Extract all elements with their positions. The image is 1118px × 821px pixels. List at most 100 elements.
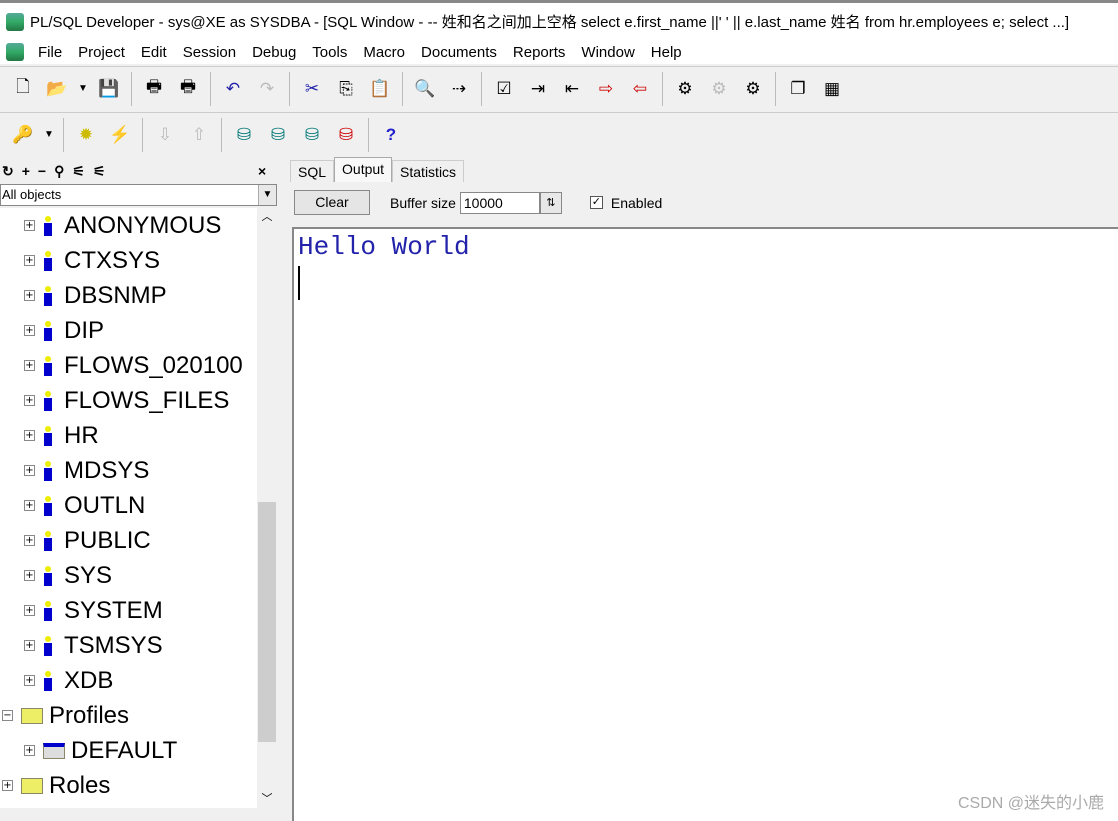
print-preview-icon[interactable]: 🖶 bbox=[173, 74, 203, 104]
tree-item-user[interactable]: + SYS bbox=[24, 558, 112, 593]
tree-item-label: FLOWS_FILES bbox=[64, 386, 230, 414]
spin-icon[interactable]: ⇅ bbox=[539, 191, 562, 214]
expand-icon[interactable]: + bbox=[24, 465, 35, 476]
tree-item-user[interactable]: + TSMSYS bbox=[24, 628, 163, 663]
filter-edit-icon[interactable]: ⚟ bbox=[93, 163, 106, 180]
buffer-size-input[interactable]: 10000 bbox=[459, 191, 540, 214]
collapse-icon[interactable]: − bbox=[2, 710, 13, 721]
unindent-icon[interactable]: ⇤ bbox=[557, 74, 587, 104]
tree-item-user[interactable]: + XDB bbox=[24, 663, 113, 698]
rollback-icon[interactable]: ⇧ bbox=[184, 120, 214, 150]
copy-icon[interactable]: ⎘ bbox=[331, 74, 361, 104]
dropdown-icon[interactable]: ▼ bbox=[42, 120, 56, 150]
tab-sql[interactable]: SQL bbox=[290, 160, 335, 182]
close-icon[interactable]: × bbox=[258, 163, 266, 179]
tree-item-user[interactable]: + ANONYMOUS bbox=[24, 208, 221, 243]
expand-icon[interactable]: + bbox=[22, 163, 30, 179]
tool3-icon[interactable]: ⚙ bbox=[738, 74, 768, 104]
find-next-icon[interactable]: ⇢ bbox=[444, 74, 474, 104]
filter-icon[interactable]: ⚟ bbox=[72, 163, 85, 180]
dropdown-icon[interactable]: ▼ bbox=[76, 74, 90, 104]
tree-item-profiles[interactable]: − Profiles bbox=[2, 698, 129, 733]
tree-item-user[interactable]: + SYSTEM bbox=[24, 593, 163, 628]
db-find-icon[interactable]: ⛁ bbox=[297, 120, 327, 150]
menu-documents[interactable]: Documents bbox=[413, 44, 505, 61]
tab-output[interactable]: Output bbox=[334, 157, 393, 182]
menu-session[interactable]: Session bbox=[175, 44, 244, 61]
expand-icon[interactable]: + bbox=[24, 325, 35, 336]
menu-tools[interactable]: Tools bbox=[304, 44, 355, 61]
tree-item-label: MDSYS bbox=[64, 456, 150, 484]
db-info-icon[interactable]: ⛁ bbox=[229, 120, 259, 150]
expand-icon[interactable]: + bbox=[2, 780, 13, 791]
key-icon[interactable]: 🔑 bbox=[8, 120, 38, 150]
paste-icon[interactable]: 📋 bbox=[365, 74, 395, 104]
gear-icon[interactable]: ✹ bbox=[71, 120, 101, 150]
tree-item-user[interactable]: + HR bbox=[24, 418, 99, 453]
uncomment-icon[interactable]: ⇦ bbox=[625, 74, 655, 104]
tree-item-user[interactable]: + DBSNMP bbox=[24, 278, 167, 313]
expand-icon[interactable]: + bbox=[24, 535, 35, 546]
tree-item-user[interactable]: + MDSYS bbox=[24, 453, 149, 488]
comment-icon[interactable]: ⇨ bbox=[591, 74, 621, 104]
cut-icon[interactable]: ✂ bbox=[297, 74, 327, 104]
windows-icon[interactable]: ❐ bbox=[783, 74, 813, 104]
tree-item-user[interactable]: + PUBLIC bbox=[24, 523, 151, 558]
expand-icon[interactable]: + bbox=[24, 430, 35, 441]
collapse-icon[interactable]: − bbox=[38, 163, 46, 179]
open-icon[interactable]: 📂 bbox=[42, 74, 72, 104]
print-icon[interactable]: 🖶 bbox=[139, 74, 169, 104]
menu-file[interactable]: File bbox=[30, 44, 70, 61]
commit-icon[interactable]: ⇩ bbox=[150, 120, 180, 150]
expand-icon[interactable]: + bbox=[24, 570, 35, 581]
menu-project[interactable]: Project bbox=[70, 44, 133, 61]
expand-icon[interactable]: + bbox=[24, 745, 35, 756]
menu-debug[interactable]: Debug bbox=[244, 44, 304, 61]
find-icon[interactable]: ⚲ bbox=[54, 163, 64, 180]
vertical-scrollbar[interactable]: ︿ ﹀ bbox=[257, 208, 277, 808]
tree-item-default[interactable]: + DEFAULT bbox=[24, 733, 177, 768]
check-icon[interactable]: ☑ bbox=[489, 74, 519, 104]
tab-statistics[interactable]: Statistics bbox=[392, 160, 465, 182]
tree-item-roles[interactable]: + Roles bbox=[2, 768, 110, 803]
expand-icon[interactable]: + bbox=[24, 605, 35, 616]
expand-icon[interactable]: + bbox=[24, 290, 35, 301]
tree-item-user[interactable]: + FLOWS_020100 bbox=[24, 348, 243, 383]
expand-icon[interactable]: + bbox=[24, 220, 35, 231]
output-area[interactable]: Hello World bbox=[292, 227, 1118, 821]
expand-icon[interactable]: + bbox=[24, 255, 35, 266]
chevron-down-icon[interactable]: ▼ bbox=[258, 185, 276, 205]
save-icon[interactable]: 💾 bbox=[94, 74, 124, 104]
menu-reports[interactable]: Reports bbox=[505, 44, 574, 61]
object-filter-select[interactable]: All objects ▼ bbox=[0, 184, 277, 206]
tool1-icon[interactable]: ⚙ bbox=[670, 74, 700, 104]
find-icon[interactable]: 🔍 bbox=[410, 74, 440, 104]
tree-item-user[interactable]: + DIP bbox=[24, 313, 104, 348]
menu-help[interactable]: Help bbox=[643, 44, 690, 61]
undo-icon[interactable]: ↶ bbox=[218, 74, 248, 104]
tool2-icon[interactable]: ⚙ bbox=[704, 74, 734, 104]
tree-item-user[interactable]: + CTXSYS bbox=[24, 243, 160, 278]
expand-icon[interactable]: + bbox=[24, 675, 35, 686]
break-icon[interactable]: ⚡ bbox=[105, 120, 135, 150]
expand-icon[interactable]: + bbox=[24, 500, 35, 511]
enabled-checkbox[interactable]: ✓ bbox=[589, 196, 603, 209]
db-sql-icon[interactable]: ⛁ bbox=[263, 120, 293, 150]
tree-item-user[interactable]: + OUTLN bbox=[24, 488, 145, 523]
menu-window[interactable]: Window bbox=[573, 44, 642, 61]
help-icon[interactable]: ? bbox=[376, 120, 406, 150]
clear-button[interactable]: Clear bbox=[294, 190, 370, 215]
expand-icon[interactable]: + bbox=[24, 360, 35, 371]
redo-icon[interactable]: ↷ bbox=[252, 74, 282, 104]
refresh-icon[interactable]: ↻ bbox=[2, 163, 14, 180]
tile-icon[interactable]: ▦ bbox=[817, 74, 847, 104]
db-disconnect-icon[interactable]: ⛁ bbox=[331, 120, 361, 150]
expand-icon[interactable]: + bbox=[24, 640, 35, 651]
menu-edit[interactable]: Edit bbox=[133, 44, 175, 61]
tree-item-user[interactable]: + FLOWS_FILES bbox=[24, 383, 229, 418]
horizontal-scrollbar[interactable] bbox=[0, 808, 257, 821]
expand-icon[interactable]: + bbox=[24, 395, 35, 406]
menu-macro[interactable]: Macro bbox=[355, 44, 413, 61]
new-icon[interactable]: 🗋 bbox=[8, 74, 38, 104]
indent-icon[interactable]: ⇥ bbox=[523, 74, 553, 104]
